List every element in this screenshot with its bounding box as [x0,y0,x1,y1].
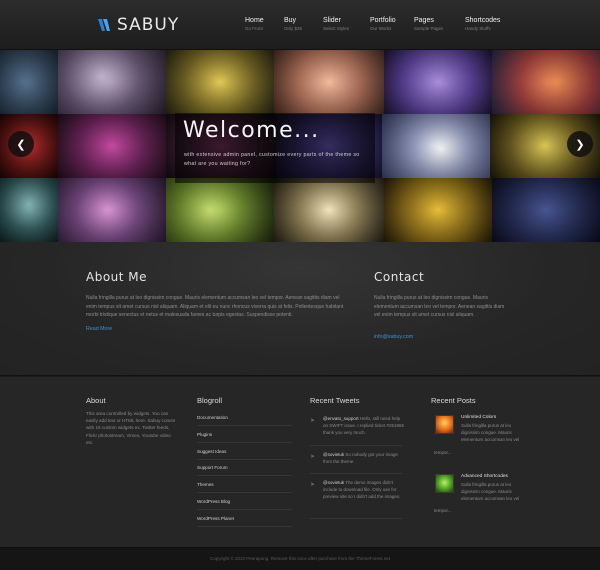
footer-about-text: This area controlled by widgets. You can… [86,411,176,445]
arrow-left-icon: ❮ [16,138,26,151]
content-section: About Me Nulla fringilla purus at leo di… [0,242,600,376]
logo-mark-icon [98,19,110,31]
blogroll-link[interactable]: WordPress Blog [197,499,230,504]
site-header: SABUY Home Go Front Buy Only $35 Slider … [0,0,600,50]
post-excerpt-tail: tempor... [434,450,452,455]
blogroll-link[interactable]: Suggest Ideas [197,449,226,454]
slide-photo [0,178,58,242]
copyright-text: Copyright © 2010 Peerapong. Remove this … [209,556,391,561]
footer-widgets: About This area controlled by widgets. Y… [0,377,600,547]
tweet-user-link[interactable]: @sovietuk [323,480,344,485]
nav-item-buy[interactable]: Buy Only $35 [284,17,302,31]
nav-item-pages[interactable]: Pages Sample Pages [414,17,443,31]
nav-label: Pages [414,17,434,24]
tweet-text: @sovietuk The demo images didn't include… [323,479,405,500]
recent-tweets-title: Recent Tweets [310,396,360,405]
blogroll-title: Blogroll [197,396,223,405]
slider-next-button[interactable]: ❯ [567,131,593,157]
nav-item-portfolio[interactable]: Portfolio Our Works [370,17,396,31]
tweet-user-link[interactable]: @sovietuk [323,452,344,457]
slide-photo [492,50,600,114]
slider-prev-button[interactable]: ❮ [8,131,34,157]
nav-label: Portfolio [370,17,396,24]
divider [197,442,292,443]
copyright-bar: Copyright © 2010 Peerapong. Remove this … [0,547,600,570]
slide-photo [274,178,384,242]
slide-photo [384,178,492,242]
slide-caption: Welcome... with extensive admin panel, c… [175,113,375,183]
tweet-user-link[interactable]: @envato_support [323,416,359,421]
read-more-link[interactable]: Read More [86,326,112,332]
nav-sublabel: Handy Stuffs [465,26,491,31]
contact-title: Contact [374,270,425,284]
post-thumbnail[interactable] [435,474,454,493]
divider [310,473,402,474]
nav-sublabel: Only $35 [284,26,303,31]
nav-sublabel: Select Styles [323,26,350,31]
post-item: Advanced Shortcodes Sulla fringilla puru… [432,474,522,518]
post-item: Unlimited Colors Sulla fringilla purus a… [432,415,522,459]
slide-photo [166,50,274,114]
footer-about-title: About [86,396,106,405]
nav-label: Slider [323,17,341,24]
brand-name: SABUY [117,15,180,35]
post-title-link[interactable]: Unlimited Colors [461,415,496,420]
divider [310,445,402,446]
arrow-right-icon: ❯ [575,138,585,151]
tweet-text: @envato_support Hello, still need help o… [323,415,405,436]
slide-title: Welcome... [183,118,320,143]
post-title-link[interactable]: Advanced Shortcodes [461,474,508,479]
contact-text: Nulla fringilla purus at leo dignissim c… [374,295,505,318]
divider [197,459,292,460]
blogroll-link[interactable]: Support Forum [197,465,228,470]
divider [310,518,402,519]
nav-item-home[interactable]: Home Go Front [245,17,264,31]
slide-photo [166,178,274,242]
post-excerpt: Sulla fringilla purus at leo dignissim c… [461,482,520,501]
nav-label: Shortcodes [465,17,501,24]
nav-item-slider[interactable]: Slider Select Styles [323,17,349,31]
slide-photo [0,50,58,114]
divider [197,509,292,510]
slide-photo [384,50,492,114]
tweet-item: ➤ @sovietuk The demo images didn't inclu… [310,479,402,515]
recent-posts-title: Recent Posts [431,396,476,405]
divider [197,425,292,426]
slide-photo [58,50,166,114]
tweet-item: ➤ @sovietuk So nobody got your image fro… [310,451,402,473]
slide-photo [382,114,490,178]
slide-photo [492,178,600,242]
slide-photo [58,178,166,242]
nav-label: Buy [284,17,297,24]
post-excerpt-tail: tempor... [434,508,452,513]
nav-sublabel: Go Front [245,26,263,31]
tweet-bird-icon: ➤ [310,454,316,460]
tweet-bird-icon: ➤ [310,418,316,424]
post-thumbnail[interactable] [435,415,454,434]
tweet-text: @sovietuk So nobody got your image from … [323,451,405,465]
divider [197,475,292,476]
slide-photo [274,50,384,114]
slide-photo [58,114,166,178]
tweet-item: ➤ @envato_support Hello, still need help… [310,415,405,445]
contact-email-link[interactable]: info@sabuy.com [374,334,413,340]
hero-slider: Welcome... with extensive admin panel, c… [0,50,600,242]
blogroll-link[interactable]: WordPress Planet [197,516,234,521]
logo[interactable]: SABUY [97,15,179,35]
tweet-bird-icon: ➤ [310,482,316,488]
nav-label: Home [245,17,264,24]
post-excerpt: Sulla fringilla purus at leo dignissim c… [461,423,520,442]
nav-sublabel: Sample Pages [414,26,444,31]
divider [197,526,292,527]
divider [197,492,292,493]
about-me-title: About Me [86,270,148,284]
blogroll-link[interactable]: Documentation [197,415,228,420]
blogroll-link[interactable]: Themes [197,482,214,487]
nav-item-shortcodes[interactable]: Shortcodes Handy Stuffs [465,17,500,31]
about-me-text: Nulla fringilla purus at leo dignissim c… [86,295,344,318]
blogroll-link[interactable]: Plugins [197,432,212,437]
nav-sublabel: Our Works [370,26,392,31]
slide-text: with extensive admin panel, customize ev… [184,152,360,167]
